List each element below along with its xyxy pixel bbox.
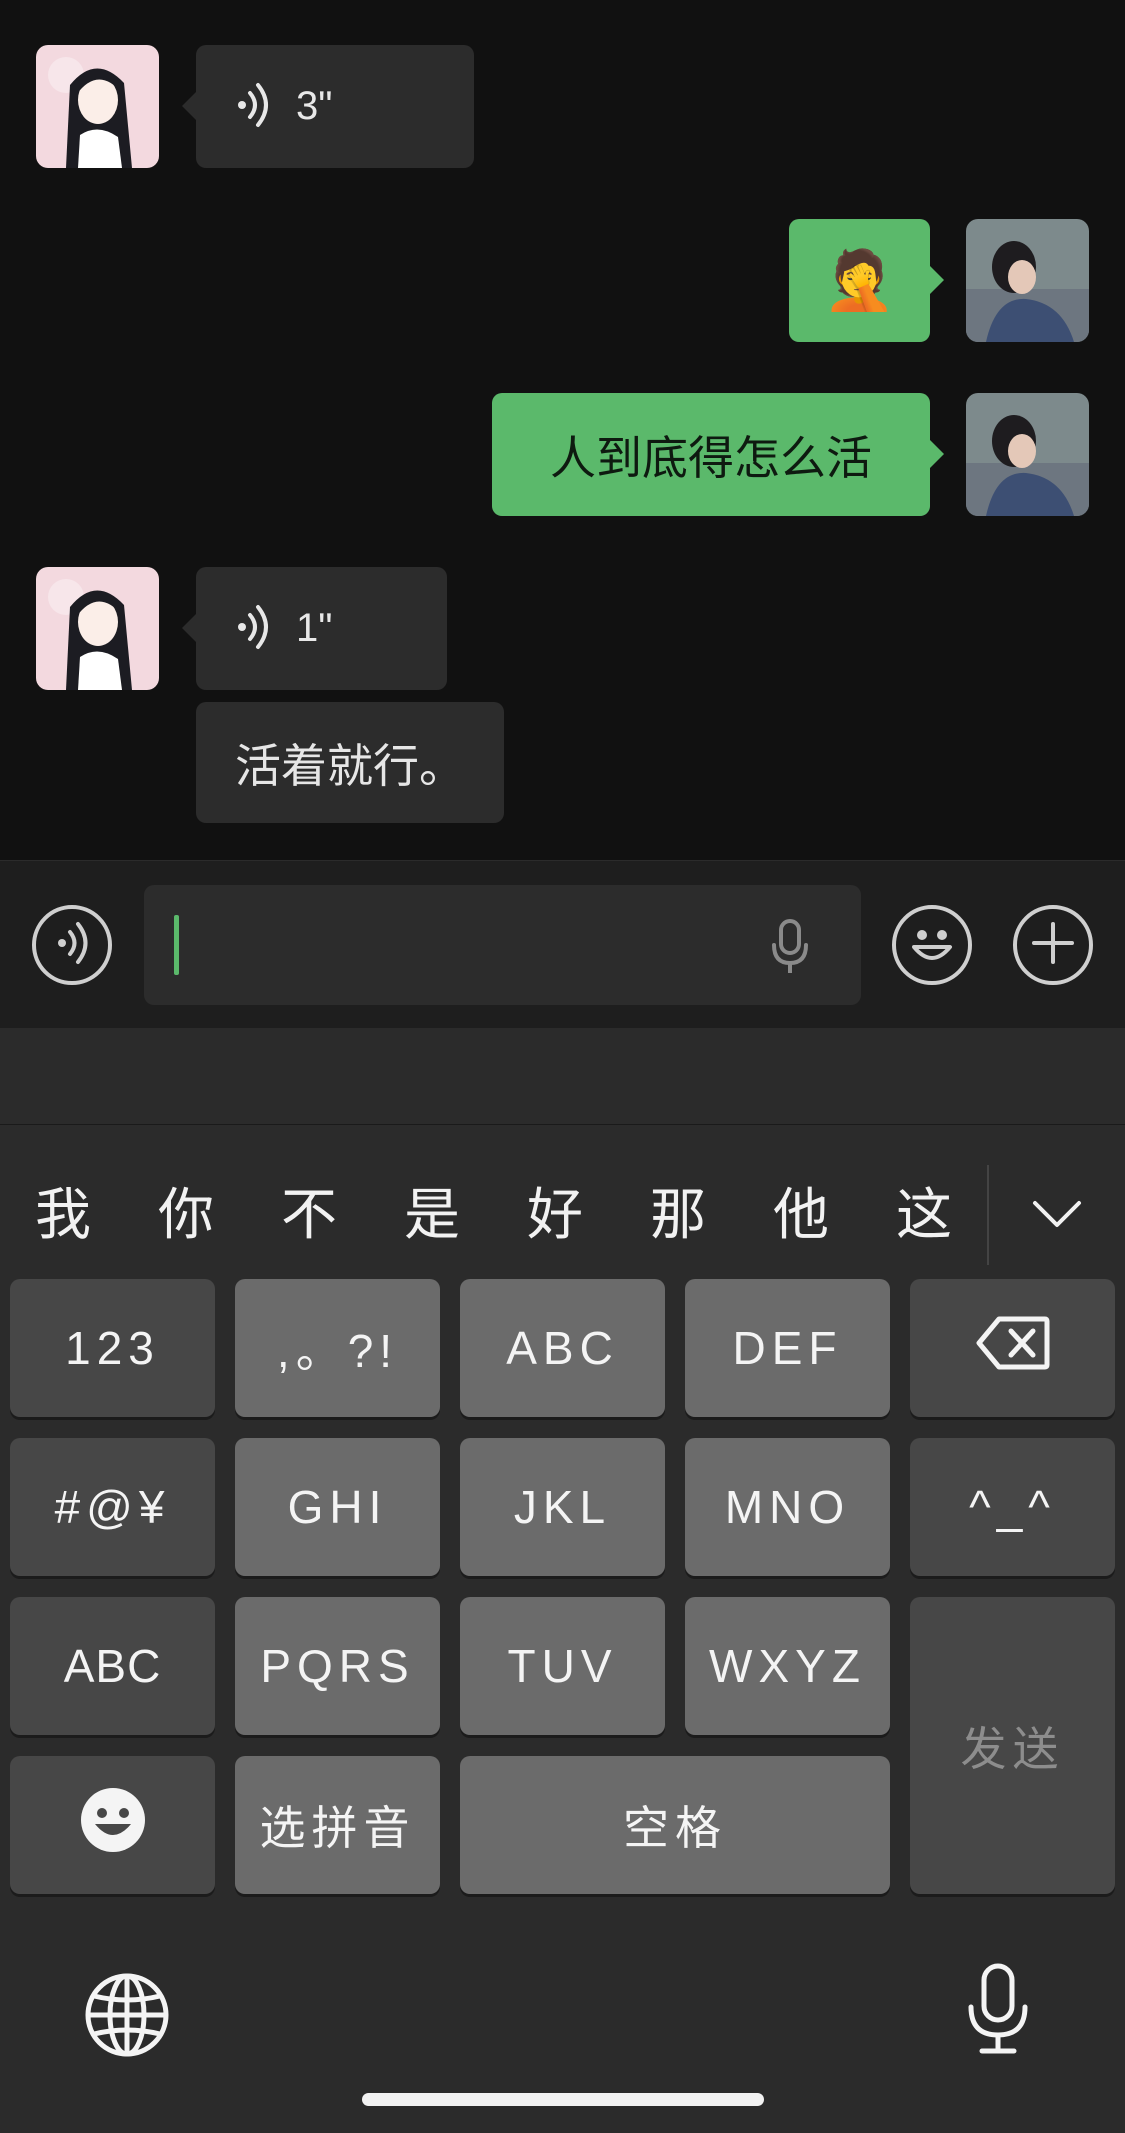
- key-pqrs[interactable]: PQRS: [235, 1597, 440, 1735]
- text-message-bubble[interactable]: 人到底得怎么活: [492, 393, 944, 516]
- backspace-icon: [975, 1315, 1051, 1382]
- key-tuv[interactable]: TUV: [460, 1597, 665, 1735]
- candidate-word[interactable]: 他: [751, 1145, 851, 1275]
- smiley-icon: [902, 913, 962, 977]
- key-jkl[interactable]: JKL: [460, 1438, 665, 1576]
- key-123[interactable]: 123: [10, 1279, 215, 1417]
- contact-avatar[interactable]: [36, 567, 159, 690]
- key-def[interactable]: DEF: [685, 1279, 890, 1417]
- globe-icon[interactable]: [84, 1972, 170, 2062]
- voice-message-bubble[interactable]: 3": [182, 45, 474, 168]
- text-caret: [174, 915, 179, 975]
- key-punctuation[interactable]: ,。?!: [235, 1279, 440, 1417]
- candidate-word[interactable]: 不: [259, 1145, 359, 1275]
- send-key[interactable]: 发送: [910, 1597, 1115, 1894]
- voice-duration: 1": [296, 606, 333, 650]
- my-avatar[interactable]: [966, 393, 1089, 516]
- key-select-pinyin[interactable]: 选拼音: [235, 1756, 440, 1894]
- chat-message-list[interactable]: 3" 🤦 人到底得怎么活 1" 活着就行。: [0, 0, 1125, 860]
- key-wxyz[interactable]: WXYZ: [685, 1597, 890, 1735]
- mic-icon[interactable]: [966, 1963, 1030, 2059]
- keyboard: 我 你 不 是 好 那 他 这 123 ,。?! ABC DEF #@¥ GHI…: [0, 1125, 1125, 2133]
- candidate-word[interactable]: 好: [505, 1145, 605, 1275]
- candidate-divider: [987, 1165, 989, 1265]
- voice-duration: 3": [296, 84, 333, 128]
- candidate-word[interactable]: 是: [382, 1145, 482, 1275]
- smiley-icon: [79, 1786, 147, 1865]
- home-indicator[interactable]: [362, 2093, 764, 2106]
- candidate-word[interactable]: 我: [13, 1145, 113, 1275]
- message-text: 活着就行。: [235, 738, 465, 793]
- message-input[interactable]: [144, 885, 861, 1005]
- candidate-word[interactable]: 那: [628, 1145, 728, 1275]
- expand-candidates-button[interactable]: [1007, 1145, 1107, 1275]
- my-avatar[interactable]: [966, 219, 1089, 342]
- candidate-bar: 我 你 不 是 好 那 他 这: [0, 1145, 1125, 1275]
- keyboard-accessory-bar: [0, 1028, 1125, 1125]
- delete-key[interactable]: [910, 1279, 1115, 1417]
- candidate-word[interactable]: 这: [874, 1145, 974, 1275]
- key-ghi[interactable]: GHI: [235, 1438, 440, 1576]
- voice-mode-button[interactable]: [32, 905, 112, 985]
- key-abc-switch[interactable]: ABC: [10, 1597, 215, 1735]
- voice-wave-icon: [234, 81, 274, 133]
- voice-wave-icon: [234, 603, 274, 655]
- emoji-message-bubble[interactable]: 🤦: [789, 219, 944, 342]
- chat-input-bar: [0, 860, 1125, 1028]
- key-kaomoji[interactable]: ^_^: [910, 1438, 1115, 1576]
- message-text: 人到底得怎么活: [550, 430, 872, 485]
- facepalm-emoji: 🤦: [823, 246, 896, 314]
- contact-avatar[interactable]: [36, 45, 159, 168]
- space-key[interactable]: 空格: [460, 1756, 890, 1894]
- key-mno[interactable]: MNO: [685, 1438, 890, 1576]
- chevron-down-icon: [1031, 1178, 1083, 1243]
- candidate-word[interactable]: 你: [136, 1145, 236, 1275]
- text-message-bubble[interactable]: 活着就行。: [196, 702, 504, 823]
- emoji-key[interactable]: [10, 1756, 215, 1894]
- key-symbols[interactable]: #@¥: [10, 1438, 215, 1576]
- mic-icon[interactable]: [770, 919, 810, 979]
- emoji-button[interactable]: [892, 905, 972, 985]
- voice-message-bubble[interactable]: 1": [182, 567, 447, 690]
- plus-icon: [1028, 918, 1078, 972]
- voice-icon: [52, 921, 92, 969]
- key-abc[interactable]: ABC: [460, 1279, 665, 1417]
- more-button[interactable]: [1013, 905, 1093, 985]
